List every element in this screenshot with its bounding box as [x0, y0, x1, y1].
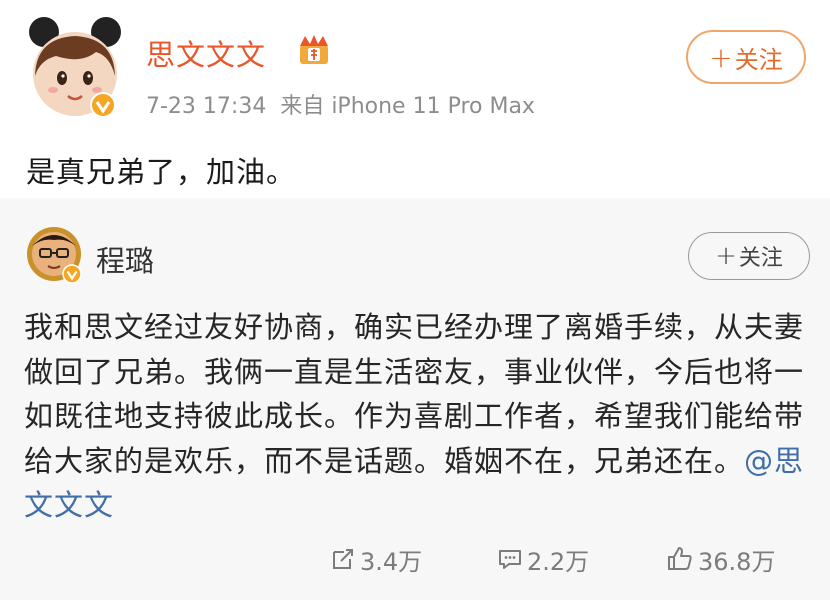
stats-bar: 3.4万 2.2万 36.8万: [0, 537, 830, 581]
follow-label: 关注: [738, 246, 783, 271]
follow-button[interactable]: + 关注: [686, 30, 806, 84]
post-timestamp: 7-23 17:34: [146, 94, 267, 119]
thumbs-up-icon: [668, 547, 692, 570]
comment-count: 2.2万: [527, 547, 590, 576]
author-name[interactable]: 思文文文: [146, 32, 266, 74]
repost-body: 我和思文经过友好协商，确实已经办理了离婚手续，从夫妻做回了兄弟。我俩一直是生活密…: [24, 310, 805, 478]
plus-icon: +: [715, 241, 737, 271]
comment-count-button[interactable]: 2.2万: [497, 537, 589, 581]
repost-follow-button[interactable]: + 关注: [688, 232, 810, 280]
repost-icon: [333, 549, 353, 569]
vip-crown-icon: [296, 32, 332, 68]
repost-text: 我和思文经过友好协商，确实已经办理了离婚手续，从夫妻做回了兄弟。我俩一直是生活密…: [24, 305, 814, 528]
like-count-button[interactable]: 36.8万: [666, 537, 775, 581]
post-text: 是真兄弟了，加油。: [26, 155, 297, 189]
repost-count: 3.4万: [360, 547, 423, 576]
plus-icon: +: [709, 40, 733, 74]
repost-author-name[interactable]: 程璐: [96, 238, 154, 280]
comment-icon: [499, 550, 521, 569]
post-source: 来自 iPhone 11 Pro Max: [280, 94, 535, 119]
repost-count-button[interactable]: 3.4万: [330, 537, 422, 581]
like-count: 36.8万: [698, 547, 776, 576]
verified-badge-icon: [62, 264, 82, 284]
verified-badge-icon: [90, 92, 116, 118]
post-meta: 7-23 17:34 来自 iPhone 11 Pro Max: [146, 88, 549, 120]
follow-label: 关注: [734, 45, 783, 74]
